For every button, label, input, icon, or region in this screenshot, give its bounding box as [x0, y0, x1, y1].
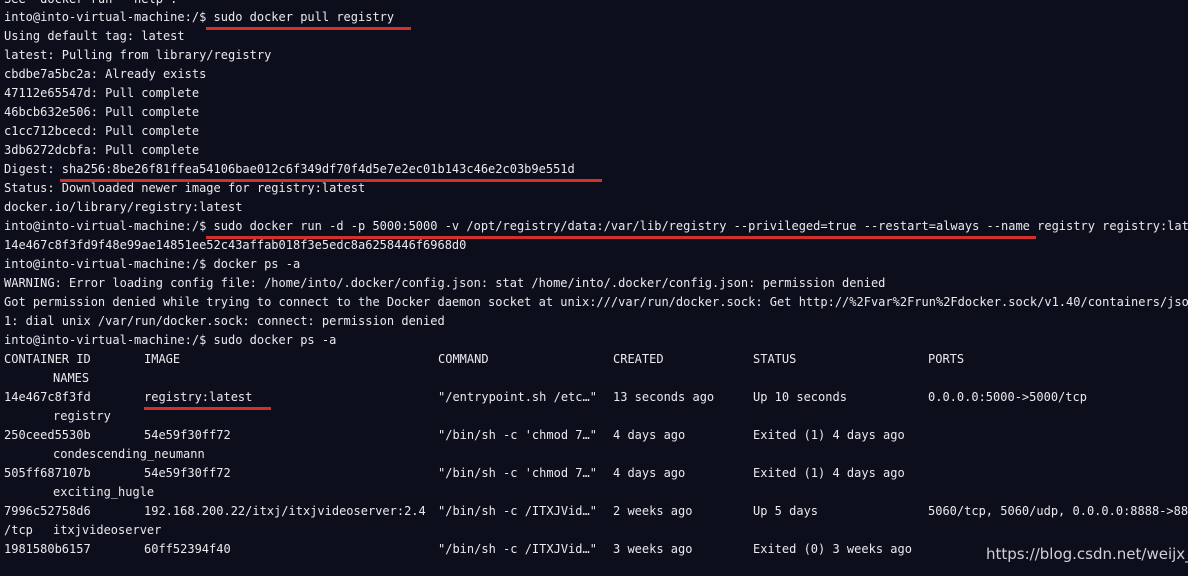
table-cell-image: 54e59f30ff72 — [144, 466, 231, 480]
table-cell-image: registry:latest — [144, 390, 253, 404]
terminal-line: into@into-virtual-machine:/$ sudo docker… — [4, 219, 1188, 233]
table-cell-command: "/bin/sh -c 'chmod 7…" — [438, 466, 597, 480]
terminal-line: 1: dial unix /var/run/docker.sock: conne… — [4, 314, 445, 328]
table-cell-status: Exited (1) 4 days ago — [753, 466, 905, 480]
table-cell-ports: 0.0.0.0:5000->5000/tcp — [928, 390, 1087, 404]
table-cell-image: 192.168.200.22/itxj/itxjvideoserver:2.4 — [144, 504, 426, 518]
table-cell-port-wrap: /tcp — [4, 523, 33, 537]
terminal-line: docker.io/library/registry:latest — [4, 200, 243, 214]
table-cell-created: 4 days ago — [613, 428, 686, 442]
table-header-names: NAMES — [53, 371, 90, 385]
table-cell-name: registry — [53, 409, 111, 423]
terminal-line: c1cc712bcecd: Pull complete — [4, 124, 200, 138]
table-cell-created: 3 weeks ago — [613, 542, 693, 556]
table-cell-status: Exited (1) 4 days ago — [753, 428, 905, 442]
table-cell-created: 4 days ago — [613, 466, 686, 480]
table-header-image: IMAGE — [144, 352, 181, 366]
table-cell-created: 13 seconds ago — [613, 390, 715, 404]
terminal-line: latest: Pulling from library/registry — [4, 48, 272, 62]
terminal-line: into@into-virtual-machine:/$ docker ps -… — [4, 257, 301, 271]
table-cell-status: Up 5 days — [753, 504, 819, 518]
table-cell-command: "/bin/sh -c /ITXJVid…" — [438, 504, 597, 518]
table-header-created: CREATED — [613, 352, 664, 366]
terminal-window[interactable]: See 'docker run --help'. into@into-virtu… — [0, 0, 1188, 576]
highlight-underline — [144, 407, 271, 410]
table-cell-container-id: 7996c52758d6 — [4, 504, 91, 518]
highlight-underline — [206, 27, 411, 30]
table-cell-command: "/bin/sh -c /ITXJVid…" — [438, 542, 597, 556]
terminal-line: into@into-virtual-machine:/$ sudo docker… — [4, 333, 337, 347]
table-cell-name: condescending_neumann — [53, 447, 205, 461]
watermark: https://blog.csdn.net/weijx_ — [986, 545, 1188, 563]
table-header-command: COMMAND — [438, 352, 489, 366]
table-header-status: STATUS — [753, 352, 797, 366]
terminal-line: Got permission denied while trying to co… — [4, 295, 1188, 309]
terminal-line: WARNING: Error loading config file: /hom… — [4, 276, 886, 290]
table-cell-container-id: 505ff687107b — [4, 466, 91, 480]
table-header-ports: PORTS — [928, 352, 965, 366]
terminal-line: Using default tag: latest — [4, 29, 185, 43]
table-cell-container-id: 1981580b6157 — [4, 542, 91, 556]
table-cell-name: exciting_hugle — [53, 485, 155, 499]
terminal-line: cbdbe7a5bc2a: Already exists — [4, 67, 207, 81]
table-cell-created: 2 weeks ago — [613, 504, 693, 518]
terminal-line: 3db6272dcbfa: Pull complete — [4, 143, 200, 157]
highlight-underline — [60, 179, 602, 182]
terminal-line: into@into-virtual-machine:/$ sudo docker… — [4, 10, 395, 24]
table-header-container-id: CONTAINER ID — [4, 352, 91, 366]
table-cell-image: 60ff52394f40 — [144, 542, 231, 556]
table-cell-ports: 5060/tcp, 5060/udp, 0.0.0.0:8888->888 — [928, 504, 1188, 518]
table-cell-name: itxjvideoserver — [53, 523, 162, 537]
terminal-line: Digest: sha256:8be26f81ffea54106bae012c6… — [4, 162, 575, 176]
table-cell-container-id: 14e467c8f3fd — [4, 390, 91, 404]
terminal-line: 46bcb632e506: Pull complete — [4, 105, 200, 119]
table-cell-container-id: 250ceed5530b — [4, 428, 91, 442]
terminal-line: 47112e65547d: Pull complete — [4, 86, 200, 100]
table-cell-command: "/entrypoint.sh /etc…" — [438, 390, 597, 404]
table-cell-image: 54e59f30ff72 — [144, 428, 231, 442]
table-cell-command: "/bin/sh -c 'chmod 7…" — [438, 428, 597, 442]
table-cell-status: Up 10 seconds — [753, 390, 847, 404]
highlight-underline — [206, 236, 1036, 239]
table-cell-status: Exited (0) 3 weeks ago — [753, 542, 912, 556]
